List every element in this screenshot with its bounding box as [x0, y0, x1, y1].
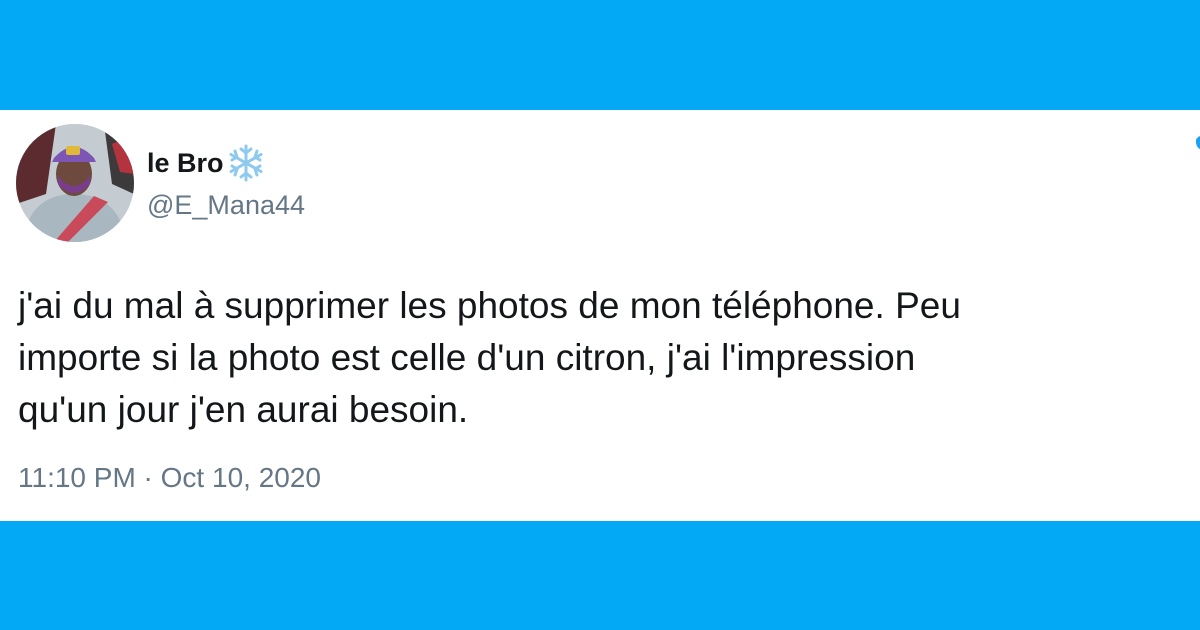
avatar-image: [16, 124, 134, 242]
tweet-card: le Bro @E_Mana44 j'ai du mal à supprimer…: [0, 110, 1200, 521]
snowflake-icon: [229, 144, 263, 182]
twitter-logo-icon: [1195, 136, 1200, 149]
top-background-band: [0, 0, 1200, 110]
display-name-text[interactable]: le Bro: [147, 148, 224, 179]
tweet-timestamp[interactable]: 11:10 PM · Oct 10, 2020: [18, 462, 321, 494]
avatar[interactable]: [16, 124, 134, 242]
tweet-text: j'ai du mal à supprimer les photos de mo…: [18, 285, 961, 430]
bottom-background-band: [0, 521, 1200, 630]
user-handle[interactable]: @E_Mana44: [147, 190, 305, 221]
display-name[interactable]: le Bro: [147, 143, 266, 183]
